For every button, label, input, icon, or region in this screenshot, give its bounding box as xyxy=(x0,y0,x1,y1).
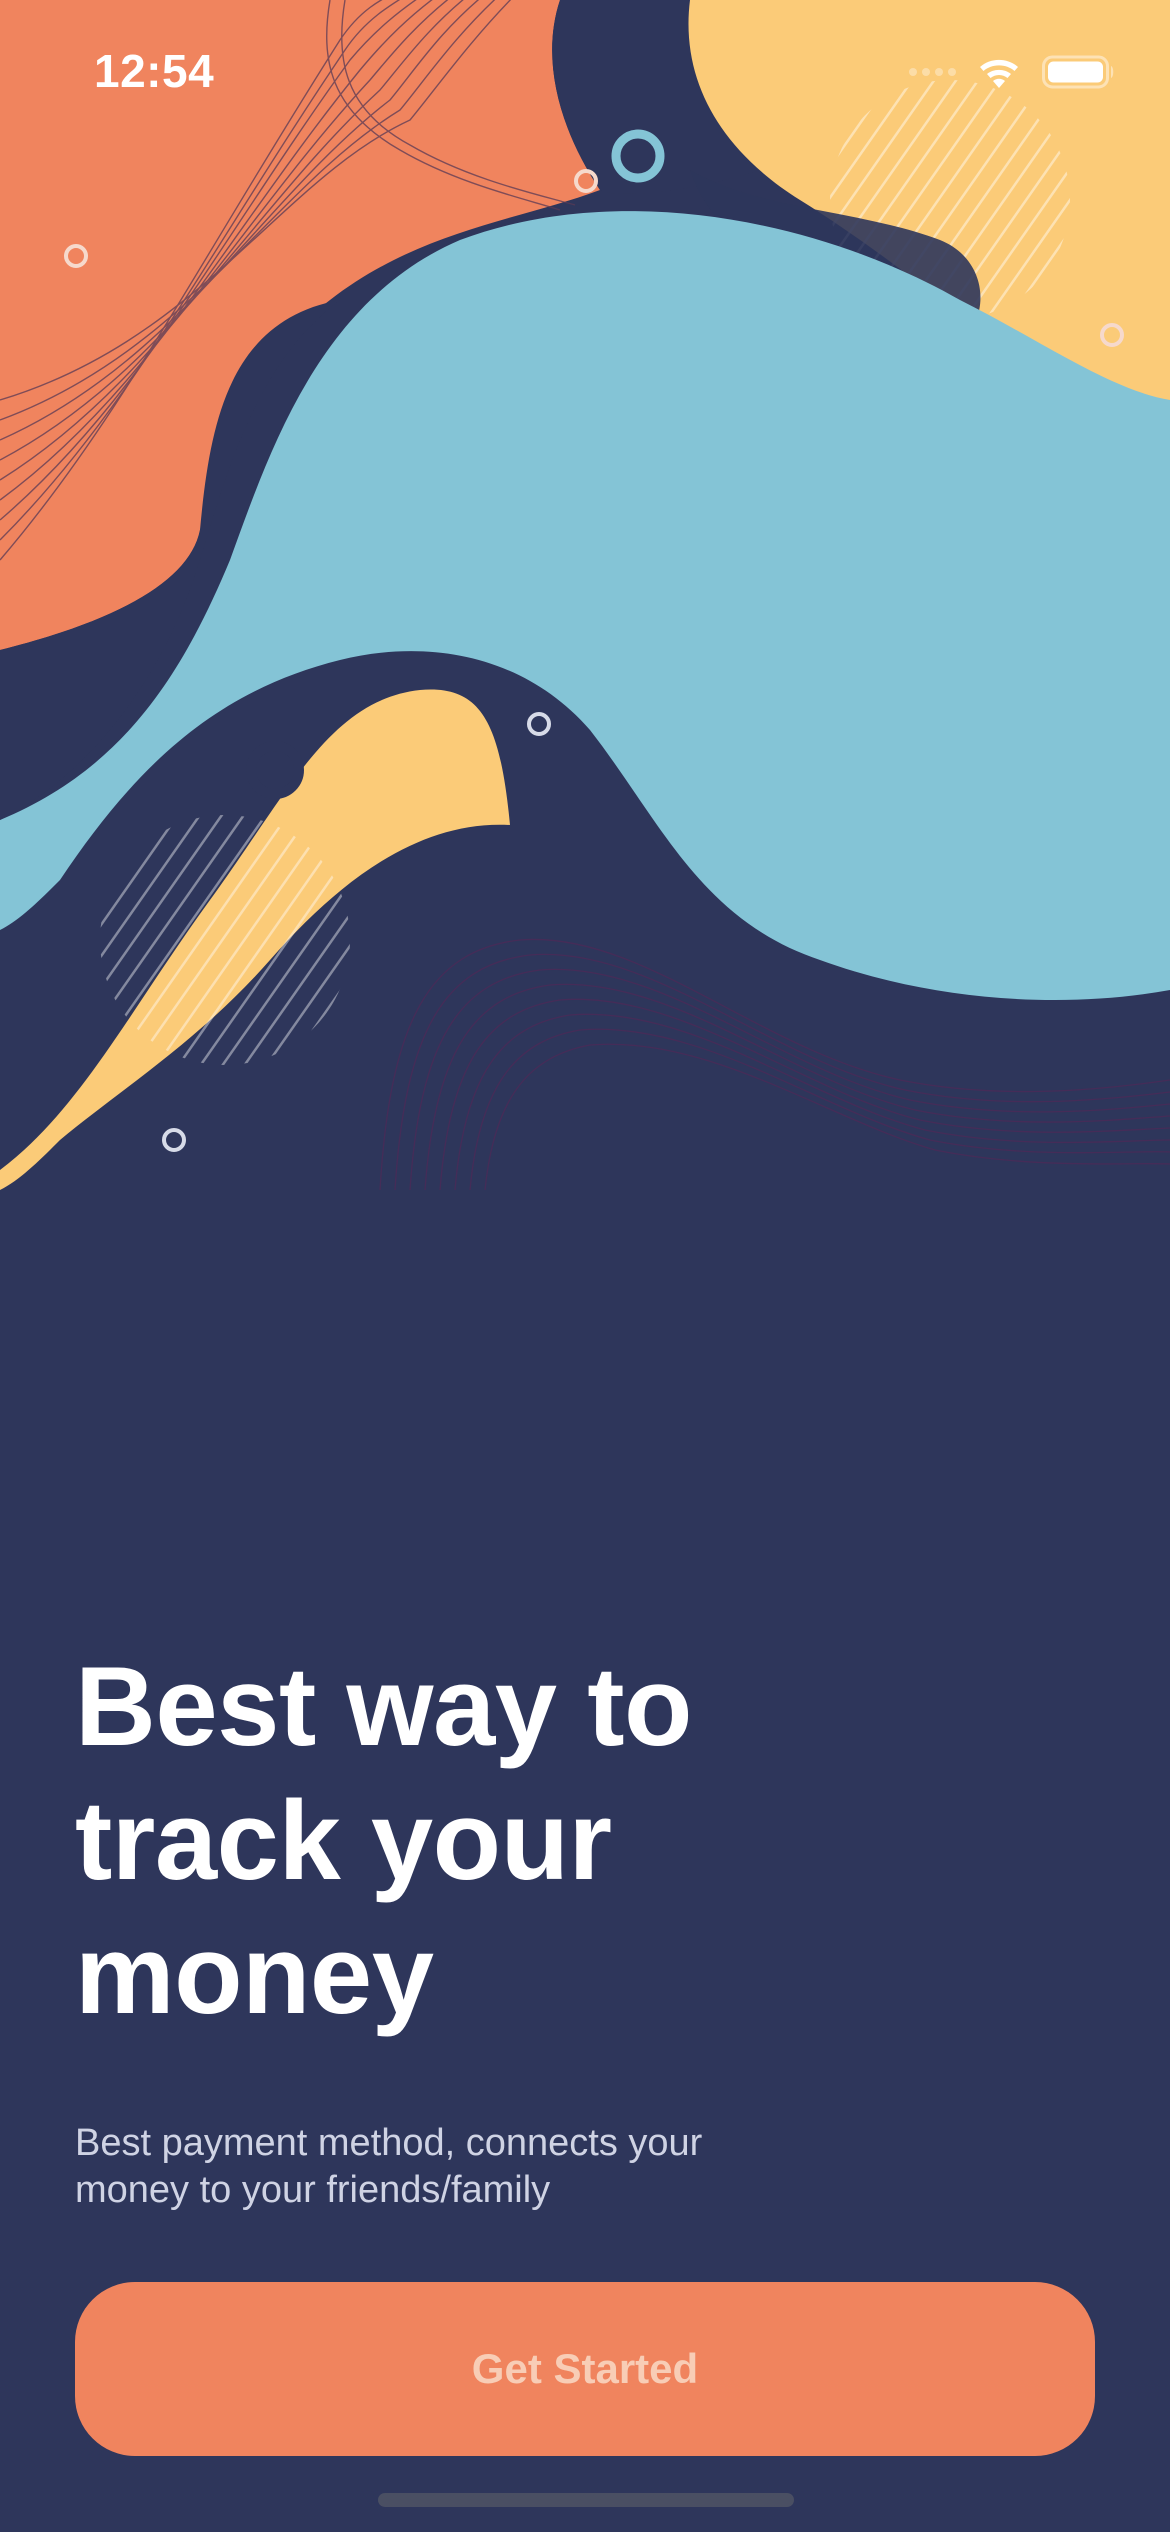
subtitle: Best payment method, connects your money… xyxy=(75,2122,703,2211)
status-bar: 12:54 xyxy=(0,0,1170,150)
onboarding-content: Best way to track your money Best paymen… xyxy=(75,1640,1095,2214)
get-started-button[interactable]: Get Started xyxy=(75,2282,1095,2456)
home-indicator[interactable] xyxy=(378,2493,794,2507)
cellular-signal-icon xyxy=(909,68,956,76)
status-time: 12:54 xyxy=(94,45,215,97)
battery-icon xyxy=(1042,55,1114,89)
wifi-icon xyxy=(980,59,1018,88)
status-icons xyxy=(909,52,1116,92)
hatch-bottom-left xyxy=(100,815,350,1065)
hero-illustration xyxy=(0,0,1170,1190)
onboarding-screen: 12:54 Best way to track your money Best … xyxy=(0,0,1170,2532)
headline: Best way to track your money xyxy=(75,1644,692,2037)
